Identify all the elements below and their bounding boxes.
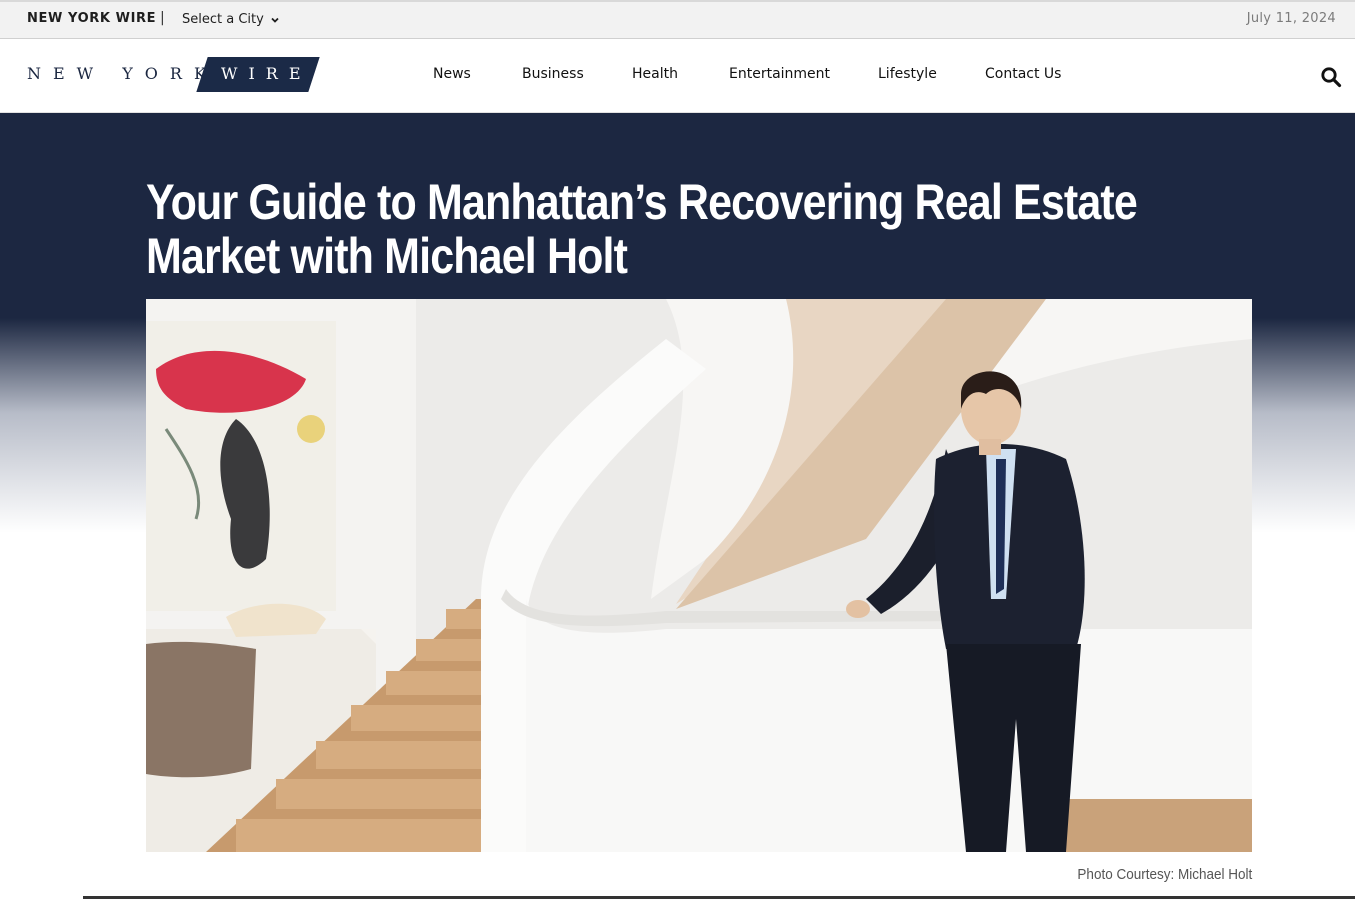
nav-item-lifestyle[interactable]: Lifestyle xyxy=(878,66,937,82)
chevron-down-icon xyxy=(271,17,279,23)
photo-caption: Photo Courtesy: Michael Holt xyxy=(1077,866,1252,883)
main-navbar: NEW YORK WIRE News Business Health Enter… xyxy=(0,39,1355,113)
city-select-label: Select a City xyxy=(182,12,264,27)
search-icon[interactable] xyxy=(1320,66,1342,88)
article-hero: Your Guide to Manhattan’s Recovering Rea… xyxy=(0,113,1355,899)
top-utility-bar: NEW YORK WIRE | Select a City July 11, 2… xyxy=(0,0,1355,39)
article-headline: Your Guide to Manhattan’s Recovering Rea… xyxy=(146,174,1138,284)
primary-nav: News Business Health Entertainment Lifes… xyxy=(0,66,1355,86)
nav-item-contact-us[interactable]: Contact Us xyxy=(985,66,1061,82)
nav-item-entertainment[interactable]: Entertainment xyxy=(729,66,830,82)
site-name[interactable]: NEW YORK WIRE xyxy=(27,11,156,26)
city-select[interactable]: Select a City xyxy=(182,12,280,27)
nav-item-business[interactable]: Business xyxy=(522,66,584,82)
nav-item-health[interactable]: Health xyxy=(632,66,678,82)
article-photo xyxy=(146,299,1252,852)
photo-illustration xyxy=(146,299,1252,852)
current-date: July 11, 2024 xyxy=(1246,11,1336,26)
nav-item-news[interactable]: News xyxy=(433,66,471,82)
separator: | xyxy=(160,10,165,26)
